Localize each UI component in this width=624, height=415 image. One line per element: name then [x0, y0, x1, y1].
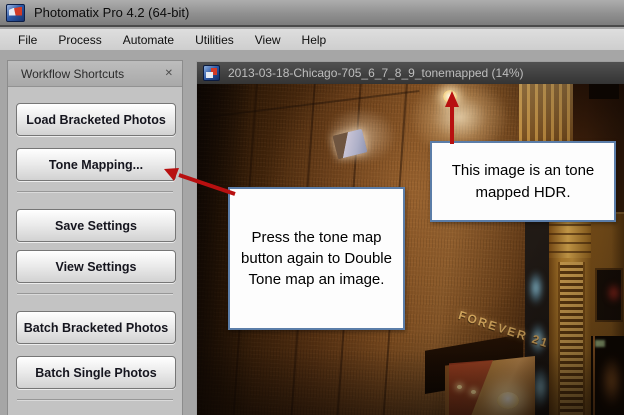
- tone-mapping-button[interactable]: Tone Mapping...: [16, 148, 176, 181]
- image-window-title: 2013-03-18-Chicago-705_6_7_8_9_tonemappe…: [228, 66, 524, 80]
- menu-view[interactable]: View: [255, 33, 281, 47]
- panel-divider: [17, 399, 173, 401]
- menubar: File Process Automate Utilities View Hel…: [0, 29, 624, 50]
- image-window-titlebar[interactable]: 2013-03-18-Chicago-705_6_7_8_9_tonemappe…: [197, 62, 624, 84]
- photomatix-app-window: Photomatix Pro 4.2 (64-bit) File Process…: [0, 0, 624, 415]
- callout-tone-map-note: Press the tone map button again to Doubl…: [228, 187, 405, 330]
- menu-utilities[interactable]: Utilities: [195, 33, 234, 47]
- photomatix-app-icon: [6, 3, 25, 22]
- view-settings-button[interactable]: View Settings: [16, 250, 176, 283]
- arrow-to-photo-lamp: [445, 91, 459, 144]
- save-settings-button[interactable]: Save Settings: [16, 209, 176, 242]
- app-titlebar: Photomatix Pro 4.2 (64-bit): [0, 0, 624, 27]
- menu-automate[interactable]: Automate: [123, 33, 174, 47]
- app-title: Photomatix Pro 4.2 (64-bit): [34, 5, 190, 20]
- image-window-icon: [203, 65, 220, 81]
- callout-hdr-note: This image is an tone mapped HDR.: [430, 141, 616, 222]
- menu-process[interactable]: Process: [58, 33, 101, 47]
- batch-bracketed-photos-button[interactable]: Batch Bracketed Photos: [16, 311, 176, 344]
- arrow-to-tone-mapping-button: [164, 168, 236, 196]
- batch-single-photos-button[interactable]: Batch Single Photos: [16, 356, 176, 389]
- workflow-panel-title: Workflow Shortcuts: [21, 66, 125, 81]
- workflow-panel-header: Workflow Shortcuts ✕: [8, 61, 182, 87]
- panel-divider: [17, 191, 173, 193]
- workflow-shortcuts-panel: Workflow Shortcuts ✕ Load Bracketed Phot…: [7, 60, 183, 415]
- menu-file[interactable]: File: [18, 33, 37, 47]
- panel-close-icon[interactable]: ✕: [165, 68, 173, 79]
- image-icon-shape: [206, 72, 213, 78]
- load-bracketed-photos-button[interactable]: Load Bracketed Photos: [16, 103, 176, 136]
- panel-divider: [17, 293, 173, 295]
- menu-help[interactable]: Help: [302, 33, 327, 47]
